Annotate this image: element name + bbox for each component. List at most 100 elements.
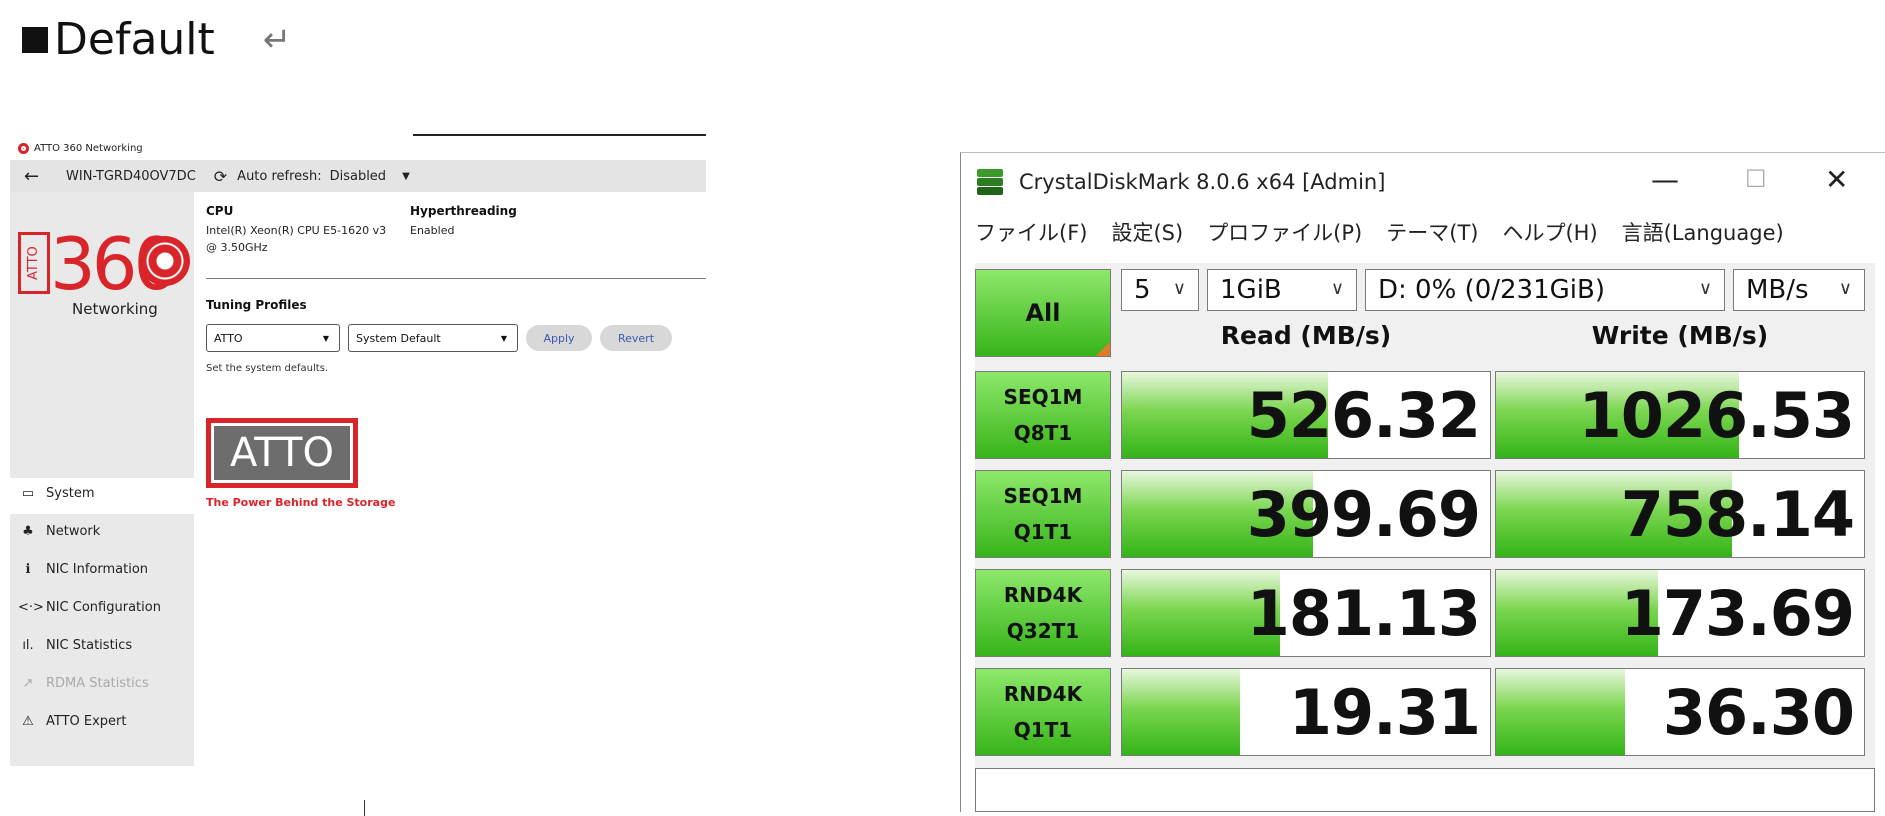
refresh-icon[interactable]: ⟳ xyxy=(214,167,227,186)
bar-chart-icon: ıl. xyxy=(22,638,34,653)
atto-toolbar: ← WIN-TGRD40OV7DC ⟳ Auto refresh: Disabl… xyxy=(10,160,706,192)
read-result-cell: 19.31 xyxy=(1121,668,1491,756)
auto-refresh-label: Auto refresh: xyxy=(237,168,322,184)
sidebar-item-nic-configuration[interactable]: <·> NIC Configuration xyxy=(18,600,161,615)
atto-tagline: The Power Behind the Storage xyxy=(206,496,396,509)
menu-theme[interactable]: テーマ(T) xyxy=(1386,217,1478,247)
atto-brand-logo: ATTO xyxy=(206,418,358,488)
menu-language[interactable]: 言語(Language) xyxy=(1622,217,1784,247)
system-default-select[interactable]: System Default ▼ xyxy=(348,324,518,352)
chevron-down-icon: ∨ xyxy=(1838,278,1852,299)
corner-marker xyxy=(1096,342,1110,356)
sidebar-item-network[interactable]: ♣ Network xyxy=(18,524,100,539)
square-bullet-icon xyxy=(22,27,48,53)
code-arrows-icon: <·> xyxy=(18,600,44,615)
sidebar-item-label: ATTO Expert xyxy=(46,714,127,729)
cdm-window-title: CrystalDiskMark 8.0.6 x64 [Admin] xyxy=(1019,170,1386,194)
test-count-select[interactable]: 5 ∨ xyxy=(1121,269,1199,311)
read-result-value: 526.32 xyxy=(1246,378,1481,452)
tuning-profile-select[interactable]: ATTO ▼ xyxy=(206,324,340,352)
text-cursor xyxy=(364,800,365,816)
menu-profile[interactable]: プロファイル(P) xyxy=(1207,217,1362,247)
cpu-value-line2: @ 3.50GHz xyxy=(206,241,268,254)
sidebar-item-label: NIC Statistics xyxy=(46,638,133,653)
window-divider xyxy=(413,134,706,136)
write-result-cell: 173.69 xyxy=(1495,569,1865,657)
test-seq1m-q1t1-button[interactable]: SEQ1M Q1T1 xyxy=(975,470,1111,558)
sidebar-item-label: System xyxy=(46,486,95,501)
write-column-header: Write (MB/s) xyxy=(1591,321,1769,350)
sidebar-item-label: RDMA Statistics xyxy=(46,676,149,691)
test-rnd4k-q1t1-button[interactable]: RND4K Q1T1 xyxy=(975,668,1111,756)
menu-help[interactable]: ヘルプ(H) xyxy=(1502,217,1597,247)
heading-text: Default xyxy=(54,14,215,65)
write-result-value: 758.14 xyxy=(1620,477,1855,551)
hyperthreading-value: Enabled xyxy=(410,224,455,237)
test-name-line1: RND4K xyxy=(1003,682,1083,706)
minimize-icon[interactable]: — xyxy=(1651,163,1679,196)
test-name-line1: SEQ1M xyxy=(1003,484,1083,508)
status-bar xyxy=(975,768,1875,812)
write-result-value: 1026.53 xyxy=(1578,378,1855,452)
sidebar-item-label: NIC Configuration xyxy=(46,600,161,615)
test-name-line2: Q8T1 xyxy=(1013,421,1073,445)
logo-subtitle: Networking xyxy=(72,300,158,318)
auto-refresh-value[interactable]: Disabled xyxy=(330,169,386,184)
system-default-value: System Default xyxy=(356,331,441,345)
drive-select[interactable]: D: 0% (0/231GiB) ∨ xyxy=(1365,269,1725,311)
test-name-line2: Q32T1 xyxy=(1006,619,1080,643)
network-tree-icon: ♣ xyxy=(22,524,34,539)
sidebar-item-label: Network xyxy=(46,524,101,539)
unit-value: MB/s xyxy=(1746,275,1809,305)
write-result-cell: 1026.53 xyxy=(1495,371,1865,459)
atto-window-title: ATTO 360 Networking xyxy=(34,142,143,154)
menu-settings[interactable]: 設定(S) xyxy=(1111,217,1183,247)
close-icon[interactable]: ✕ xyxy=(1825,163,1848,196)
chevron-down-icon: ∨ xyxy=(1172,278,1186,299)
write-result-cell: 758.14 xyxy=(1495,470,1865,558)
chevron-down-icon: ∨ xyxy=(1330,278,1344,299)
write-result-value: 36.30 xyxy=(1662,675,1855,749)
sidebar-item-atto-expert[interactable]: ⚠ ATTO Expert xyxy=(18,714,127,729)
test-name-line1: RND4K xyxy=(1003,583,1083,607)
hyperthreading-label: Hyperthreading xyxy=(410,204,517,218)
sidebar-item-nic-statistics[interactable]: ıl. NIC Statistics xyxy=(18,638,132,653)
crystaldiskmark-window: CrystalDiskMark 8.0.6 x64 [Admin] — ☐ ✕ … xyxy=(960,152,1885,812)
section-heading: Default ↵ xyxy=(22,14,291,66)
maximize-icon[interactable]: ☐ xyxy=(1745,165,1767,193)
test-count-value: 5 xyxy=(1134,275,1151,305)
menu-file[interactable]: ファイル(F) xyxy=(975,217,1087,247)
sidebar-item-nic-information[interactable]: ℹ NIC Information xyxy=(18,562,149,577)
test-size-value: 1GiB xyxy=(1220,275,1282,305)
unit-select[interactable]: MB/s ∨ xyxy=(1733,269,1865,311)
all-button[interactable]: All xyxy=(975,269,1111,357)
return-mark-icon: ↵ xyxy=(262,20,292,60)
back-arrow-icon[interactable]: ← xyxy=(24,166,44,187)
tuning-profiles-label: Tuning Profiles xyxy=(206,298,307,312)
tuning-help-text: Set the system defaults. xyxy=(206,363,329,374)
write-result-value: 173.69 xyxy=(1620,576,1855,650)
revert-button[interactable]: Revert xyxy=(600,325,672,351)
cdm-menu-bar: ファイル(F) 設定(S) プロファイル(P) テーマ(T) ヘルプ(H) 言語… xyxy=(975,217,1808,247)
host-name: WIN-TGRD40OV7DC xyxy=(66,168,196,184)
test-seq1m-q8t1-button[interactable]: SEQ1M Q8T1 xyxy=(975,371,1111,459)
atto360-logo: ATTO 360 Networking xyxy=(18,222,190,322)
laptop-icon: ▭ xyxy=(21,486,35,501)
all-button-label: All xyxy=(1025,299,1061,327)
section-divider xyxy=(206,278,706,279)
trend-icon: ↗ xyxy=(22,676,34,691)
auto-refresh-dropdown-icon[interactable]: ▼ xyxy=(402,171,410,182)
apply-button[interactable]: Apply xyxy=(526,325,592,351)
sidebar-item-system[interactable]: ▭ System xyxy=(18,486,95,501)
logo-burst-icon xyxy=(140,236,190,286)
atto-titlebar: ATTO 360 Networking xyxy=(10,138,143,158)
read-column-header: Read (MB/s) xyxy=(1220,321,1392,350)
cpu-value-line1: Intel(R) Xeon(R) CPU E5-1620 v3 xyxy=(206,224,387,237)
write-result-cell: 36.30 xyxy=(1495,668,1865,756)
test-rnd4k-q32t1-button[interactable]: RND4K Q32T1 xyxy=(975,569,1111,657)
read-result-value: 399.69 xyxy=(1246,477,1481,551)
read-result-value: 181.13 xyxy=(1246,576,1481,650)
chevron-down-icon: ∨ xyxy=(1698,278,1712,299)
tuning-profile-value: ATTO xyxy=(214,331,243,345)
test-size-select[interactable]: 1GiB ∨ xyxy=(1207,269,1357,311)
